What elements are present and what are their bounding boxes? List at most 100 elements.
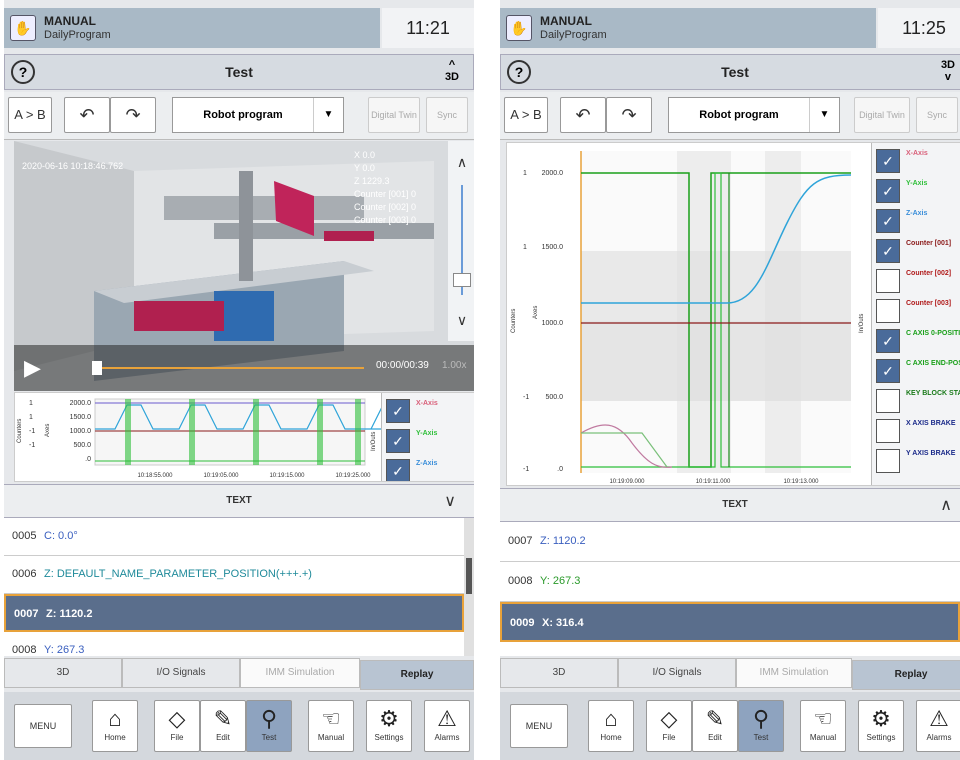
nav-alarms[interactable]: ⚠ Alarms (916, 700, 960, 752)
tab-imm-simulation[interactable]: IMM Simulation (736, 658, 852, 688)
tab-io-signals[interactable]: I/O Signals (618, 658, 736, 688)
checkbox-icon[interactable] (876, 269, 900, 293)
mode-panel[interactable]: ✋ MANUAL DailyProgram (4, 8, 380, 48)
nav-manual-label: Manual (317, 733, 345, 742)
tab-replay[interactable]: Replay (852, 660, 960, 690)
tab-io-signals[interactable]: I/O Signals (122, 658, 240, 688)
text-panel-header[interactable]: TEXT ∨ (4, 484, 474, 518)
checkbox-checked-icon[interactable]: ✓ (876, 329, 900, 353)
checkbox-icon[interactable] (876, 449, 900, 473)
hand-icon: ✋ (506, 15, 532, 41)
signal-pulse (189, 399, 195, 465)
mode-panel[interactable]: ✋ MANUAL DailyProgram (500, 8, 876, 48)
legend-label: Y AXIS BRAKE (906, 450, 956, 457)
nav-file[interactable]: ◇ File (646, 700, 692, 752)
magnifier-icon: ⚲ (752, 706, 770, 731)
menu-button[interactable]: MENU (510, 704, 568, 748)
title-bar: ? Test 3D v (500, 54, 960, 90)
tab-3d[interactable]: 3D (4, 658, 122, 688)
signal-chart[interactable]: 2000.0 1500.0 1000.0 500.0 .0 1 1 -1 -1 Counters A… (506, 142, 960, 486)
toggle-3d-button[interactable]: 3D v (941, 59, 955, 83)
readout-line: Counter [002] 0 (354, 202, 417, 212)
zoom-handle[interactable] (453, 273, 471, 287)
line-text: Z: 1120.2 (540, 535, 586, 547)
nav-edit[interactable]: ✎ Edit (692, 700, 738, 752)
code-row-selected[interactable]: 0009 X: 316.4 (500, 602, 960, 642)
undo-icon[interactable]: ↶ (560, 97, 606, 133)
y-tick-label: .0 (557, 466, 563, 473)
signal-chart[interactable]: 2000.0 1500.0 1000.0 500.0 .0 1 1 -1 -1 Counters A… (14, 392, 474, 482)
redo-icon[interactable]: ↷ (606, 97, 652, 133)
menu-button[interactable]: MENU (14, 704, 72, 748)
program-name: DailyProgram (44, 29, 111, 41)
code-row-selected[interactable]: 0007 Z: 1120.2 (4, 594, 464, 632)
band (677, 151, 731, 473)
checkbox-checked-icon[interactable]: ✓ (386, 429, 410, 453)
play-icon[interactable]: ▶ (24, 355, 41, 381)
tab-replay[interactable]: Replay (360, 660, 474, 690)
code-scrollbar[interactable] (464, 518, 474, 656)
nav-settings[interactable]: ⚙ Settings (366, 700, 412, 752)
nav-file[interactable]: ◇ File (154, 700, 200, 752)
nav-settings[interactable]: ⚙ Settings (858, 700, 904, 752)
nav-manual[interactable]: ☜ Manual (308, 700, 354, 752)
checkbox-checked-icon[interactable]: ✓ (876, 209, 900, 233)
playback-speed[interactable]: 1.00x (442, 360, 466, 371)
nav-manual[interactable]: ☜ Manual (800, 700, 846, 752)
text-panel-header[interactable]: TEXT ∧ (500, 488, 960, 522)
program-select[interactable]: Robot program ▼ (668, 97, 840, 133)
checkbox-checked-icon[interactable]: ✓ (876, 359, 900, 383)
checkbox-icon[interactable] (876, 389, 900, 413)
code-row[interactable]: 0008 Y: 267.3 (500, 562, 960, 602)
chevron-down-icon[interactable]: ∨ (448, 305, 474, 335)
code-row[interactable]: 0006 Z: DEFAULT_NAME_PARAMETER_POSITION(+… (4, 556, 464, 594)
digital-twin-button[interactable]: Digital Twin (368, 97, 420, 133)
sync-button[interactable]: Sync (426, 97, 468, 133)
redo-icon[interactable]: ↷ (110, 97, 156, 133)
checkbox-icon[interactable] (876, 299, 900, 323)
nav-alarms[interactable]: ⚠ Alarms (424, 700, 470, 752)
checkbox-checked-icon[interactable]: ✓ (386, 399, 410, 423)
undo-icon[interactable]: ↶ (64, 97, 110, 133)
checkbox-checked-icon[interactable]: ✓ (876, 149, 900, 173)
program-name: DailyProgram (540, 29, 607, 41)
ab-compare-button[interactable]: A > B (504, 97, 548, 133)
scroll-thumb[interactable] (466, 558, 472, 594)
chart-plot: 2000.0 1500.0 1000.0 500.0 .0 1 1 -1 -1 Counters A… (17, 398, 387, 479)
mode-label: MANUAL (44, 14, 96, 28)
chevron-down-icon[interactable]: ∨ (444, 491, 456, 511)
nav-test[interactable]: ⚲ Test (738, 700, 784, 752)
tab-imm-simulation[interactable]: IMM Simulation (240, 658, 360, 688)
code-row[interactable]: 0007 Z: 1120.2 (500, 522, 960, 562)
code-row[interactable]: 0005 C: 0.0° (4, 518, 464, 556)
nav-test[interactable]: ⚲ Test (246, 700, 292, 752)
file-icon: ◇ (168, 706, 186, 731)
tab-3d[interactable]: 3D (500, 658, 618, 688)
readout-line: Z 1229.3 (354, 176, 390, 186)
robot-3d-view[interactable]: 2020-06-16 10:18:46.762 X 0.0 Y 0.0 Z 12… (14, 141, 474, 391)
x-tick-label: 10:19:11.000 (696, 479, 731, 485)
x-tick-label: 10:18:55.000 (137, 473, 173, 479)
checkbox-checked-icon[interactable]: ✓ (386, 459, 410, 481)
scrub-handle[interactable] (92, 361, 102, 375)
checkbox-icon[interactable] (876, 419, 900, 443)
checkbox-checked-icon[interactable]: ✓ (876, 239, 900, 263)
program-select[interactable]: Robot program ▼ (172, 97, 344, 133)
ab-compare-button[interactable]: A > B (8, 97, 52, 133)
playback-scrubber[interactable] (92, 361, 364, 375)
nav-home[interactable]: ⌂ Home (588, 700, 634, 752)
nav-edit[interactable]: ✎ Edit (200, 700, 246, 752)
chevron-up-icon[interactable]: ∧ (448, 147, 474, 177)
toggle-3d-button[interactable]: ^ 3D (445, 59, 459, 83)
nav-settings-label: Settings (866, 733, 896, 742)
nav-home[interactable]: ⌂ Home (92, 700, 138, 752)
zoom-slider[interactable]: ∧ ∨ (448, 141, 474, 341)
digital-twin-button[interactable]: Digital Twin (854, 97, 910, 133)
plot-area (94, 398, 366, 466)
chevron-up-icon[interactable]: ∧ (940, 495, 952, 515)
sync-button[interactable]: Sync (916, 97, 958, 133)
y-tick-label: 2000.0 (70, 400, 92, 407)
code-row[interactable]: 0008 Y: 267.3 (4, 632, 464, 656)
y-axis-label-inouts: In/Outs (859, 314, 865, 333)
checkbox-checked-icon[interactable]: ✓ (876, 179, 900, 203)
